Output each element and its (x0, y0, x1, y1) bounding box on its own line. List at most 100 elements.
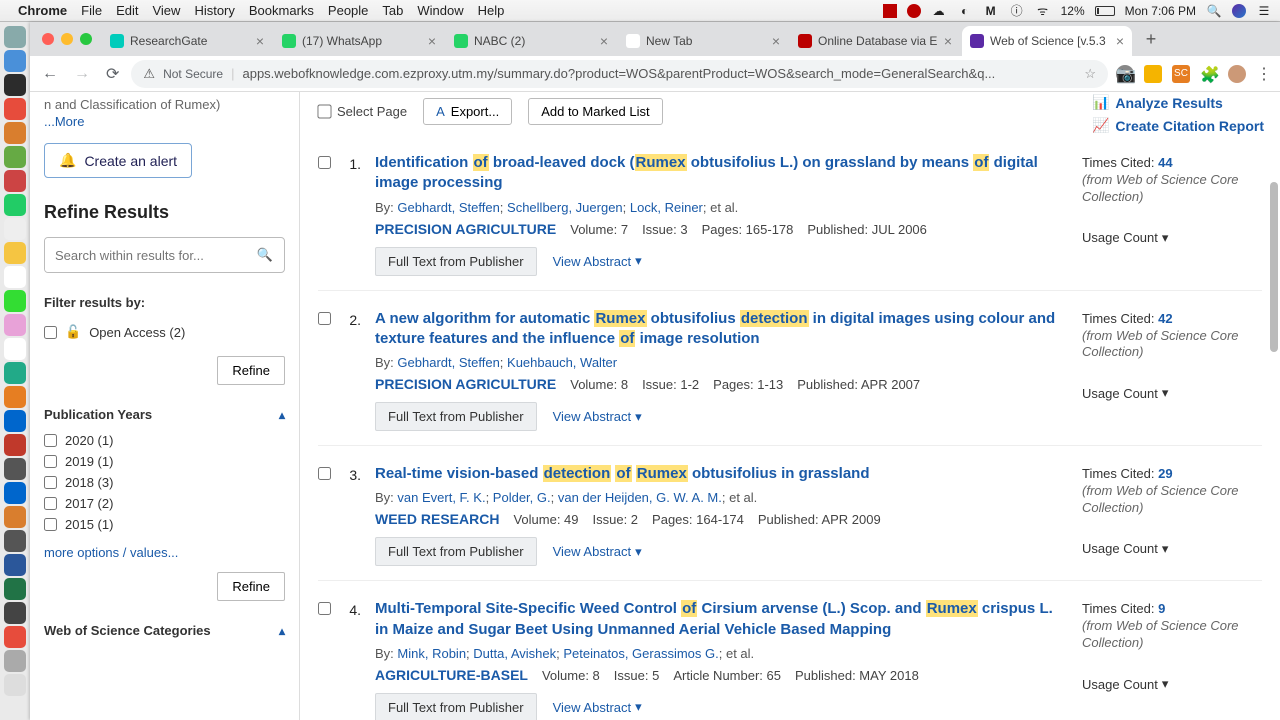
menu-item[interactable]: Bookmarks (249, 3, 314, 18)
menu-item[interactable]: File (81, 3, 102, 18)
browser-tab[interactable]: Web of Science [v.5.3× (962, 26, 1132, 56)
dock-app[interactable] (4, 506, 26, 528)
browser-tab[interactable]: (17) WhatsApp× (274, 26, 444, 56)
cloud-icon[interactable]: ☁ (931, 3, 947, 19)
view-abstract-link[interactable]: View Abstract ▾ (553, 253, 642, 269)
new-tab-button[interactable]: + (1138, 26, 1164, 52)
record-icon[interactable] (907, 4, 921, 18)
dock-app[interactable] (4, 266, 26, 288)
dock-app[interactable] (4, 434, 26, 456)
person-icon[interactable]: ⓘ (1009, 3, 1025, 19)
cited-count-link[interactable]: 29 (1158, 466, 1172, 481)
dock-app[interactable] (4, 26, 26, 48)
profile-avatar[interactable] (1228, 65, 1246, 83)
reload-button[interactable]: ⟳ (102, 60, 123, 88)
author-link[interactable]: Dutta, Avishek (473, 646, 556, 661)
year-checkbox[interactable] (44, 434, 57, 447)
circle-icon[interactable]: ◐ (957, 3, 973, 19)
search-within-button[interactable]: 🔍 (246, 238, 284, 272)
journal-link[interactable]: PRECISION AGRICULTURE (375, 221, 556, 237)
tab-close-icon[interactable]: × (428, 33, 436, 49)
result-title-link[interactable]: A new algorithm for automatic Rumex obtu… (375, 309, 1068, 350)
dock-app[interactable] (4, 290, 26, 312)
browser-tab[interactable]: NABC (2)× (446, 26, 616, 56)
dock-app[interactable] (4, 650, 26, 672)
tab-close-icon[interactable]: × (1116, 33, 1124, 49)
dock-app[interactable] (4, 194, 26, 216)
battery-icon[interactable] (1095, 6, 1115, 16)
menu-item[interactable]: Help (478, 3, 505, 18)
dock-app[interactable] (4, 314, 26, 336)
ext-icon[interactable]: 📷 (1116, 65, 1134, 83)
dock-app[interactable] (4, 170, 26, 192)
ext-icon[interactable] (1144, 65, 1162, 83)
add-marked-button[interactable]: Add to Marked List (528, 98, 662, 125)
year-filter-item[interactable]: 2015 (1) (44, 514, 285, 535)
dock-app[interactable] (4, 218, 26, 240)
dock-app[interactable] (4, 386, 26, 408)
year-checkbox[interactable] (44, 476, 57, 489)
select-page-checkbox[interactable] (317, 104, 331, 118)
citation-report-link[interactable]: 📈Create Citation Report (1092, 117, 1264, 134)
woscat-facet-heading[interactable]: Web of Science Categories ▴ (44, 623, 285, 638)
browser-tab[interactable]: New Tab× (618, 26, 788, 56)
extensions-menu-icon[interactable]: 🧩 (1200, 65, 1218, 83)
view-abstract-link[interactable]: View Abstract ▾ (553, 699, 642, 715)
dock-app[interactable] (4, 530, 26, 552)
author-link[interactable]: Kuehbauch, Walter (507, 355, 617, 370)
dock-app[interactable] (4, 74, 26, 96)
result-title-link[interactable]: Identification of broad-leaved dock (Rum… (375, 153, 1068, 194)
dock-app[interactable] (4, 602, 26, 624)
tab-close-icon[interactable]: × (772, 33, 780, 49)
result-title-link[interactable]: Multi-Temporal Site-Specific Weed Contro… (375, 599, 1068, 640)
full-text-button[interactable]: Full Text from Publisher (375, 247, 537, 276)
dock-app[interactable] (4, 554, 26, 576)
scrollbar-thumb[interactable] (1270, 182, 1278, 352)
usage-count-link[interactable]: Usage Count ▾ (1082, 385, 1168, 401)
back-button[interactable]: ← (38, 61, 62, 87)
cited-count-link[interactable]: 9 (1158, 601, 1165, 616)
movie-icon[interactable] (883, 4, 897, 18)
result-title-link[interactable]: Real-time vision-based detection of Rume… (375, 464, 1068, 484)
tab-close-icon[interactable]: × (944, 33, 952, 49)
control-center-icon[interactable]: ☰ (1256, 3, 1272, 19)
tab-close-icon[interactable]: × (256, 33, 264, 49)
dock-app[interactable] (4, 482, 26, 504)
author-link[interactable]: Gebhardt, Steffen (397, 200, 499, 215)
year-filter-item[interactable]: 2017 (2) (44, 493, 285, 514)
dock-app[interactable] (4, 242, 26, 264)
cited-count-link[interactable]: 42 (1158, 311, 1172, 326)
view-abstract-link[interactable]: View Abstract ▾ (553, 409, 642, 425)
refine-button[interactable]: Refine (217, 356, 285, 385)
pubyears-facet-heading[interactable]: Publication Years ▴ (44, 407, 285, 422)
dock-app[interactable] (4, 410, 26, 432)
analyze-results-link[interactable]: 📊Analyze Results (1092, 94, 1223, 111)
dock-app[interactable] (4, 626, 26, 648)
author-link[interactable]: Peteinatos, Gerassimos G. (563, 646, 718, 661)
full-text-button[interactable]: Full Text from Publisher (375, 402, 537, 431)
dock-app[interactable] (4, 362, 26, 384)
chrome-menu-icon[interactable]: ⋮ (1256, 64, 1272, 84)
year-checkbox[interactable] (44, 455, 57, 468)
star-icon[interactable]: ☆ (1084, 66, 1096, 82)
window-minimize[interactable] (61, 33, 73, 45)
browser-tab[interactable]: Online Database via E× (790, 26, 960, 56)
create-alert-button[interactable]: 🔔 Create an alert (44, 143, 192, 178)
menu-item[interactable]: History (194, 3, 234, 18)
result-checkbox[interactable] (318, 156, 331, 169)
usage-count-link[interactable]: Usage Count ▾ (1082, 230, 1168, 246)
refine-button[interactable]: Refine (217, 572, 285, 601)
search-within-input[interactable] (45, 238, 246, 272)
address-bar[interactable]: ⚠ Not Secure | apps.webofknowledge.com.e… (131, 60, 1108, 88)
siri-icon[interactable] (1232, 4, 1246, 18)
view-abstract-link[interactable]: View Abstract ▾ (553, 544, 642, 560)
wifi-icon[interactable]: ᯤ (1035, 3, 1051, 19)
more-options-link[interactable]: more options / values... (44, 545, 285, 560)
dock-app[interactable] (4, 98, 26, 120)
usage-count-link[interactable]: Usage Count ▾ (1082, 676, 1168, 692)
menu-item[interactable]: People (328, 3, 368, 18)
ext-icon[interactable]: SC (1172, 65, 1190, 83)
year-filter-item[interactable]: 2020 (1) (44, 430, 285, 451)
menu-item[interactable]: Edit (116, 3, 138, 18)
author-link[interactable]: Gebhardt, Steffen (397, 355, 499, 370)
